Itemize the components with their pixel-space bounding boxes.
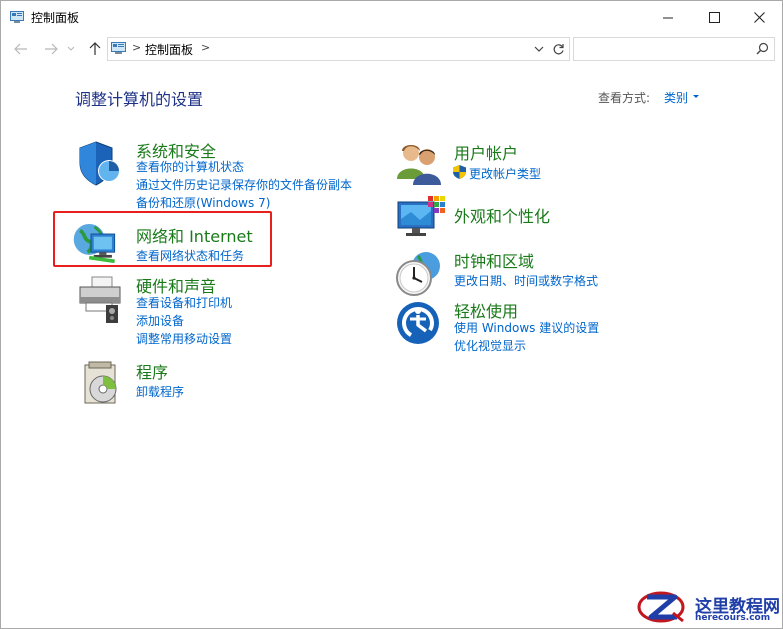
category-clock-region[interactable]: 时钟和区域 [454, 248, 534, 272]
uac-shield-icon [453, 165, 466, 179]
arrow-right-icon [45, 43, 58, 55]
page-heading: 调整计算机的设置 [75, 90, 204, 109]
monitor-palette-icon[interactable] [396, 194, 446, 244]
printer-speaker-icon[interactable] [76, 275, 126, 325]
users-icon[interactable] [394, 139, 444, 189]
refresh-button[interactable] [550, 41, 566, 57]
recent-locations-button[interactable] [65, 39, 77, 59]
category-network-internet[interactable]: 网络和 Internet [136, 223, 253, 247]
link-view-computer-status[interactable]: 查看你的计算机状态 [136, 158, 244, 175]
link-optimize-visual-display[interactable]: 优化视觉显示 [454, 337, 526, 354]
chevron-down-icon [534, 46, 544, 52]
link-change-date-time-format[interactable]: 更改日期、时间或数字格式 [454, 272, 598, 289]
view-by-dropdown[interactable]: 类别 [664, 89, 688, 106]
minimize-icon [662, 17, 673, 18]
breadcrumb-control-panel[interactable]: 控制面板 [145, 41, 193, 58]
programs-disc-icon[interactable] [79, 359, 129, 409]
link-uninstall-program[interactable]: 卸载程序 [136, 383, 184, 400]
back-button[interactable] [11, 39, 31, 59]
minimize-button[interactable] [645, 1, 691, 33]
chevron-down-icon [67, 46, 75, 51]
shield-pie-icon[interactable] [76, 139, 126, 189]
refresh-icon [553, 43, 564, 54]
network-globe-icon[interactable] [71, 219, 121, 269]
link-view-network-status[interactable]: 查看网络状态和任务 [136, 247, 244, 264]
maximize-button[interactable] [691, 1, 737, 33]
control-panel-window: 控制面板 > 控制面板 > 调整计算机的设置 查看方式: 类别 系统和安全 查看… [0, 0, 783, 629]
link-devices-printers[interactable]: 查看设备和打印机 [136, 294, 232, 311]
arrow-left-icon [14, 43, 27, 55]
category-user-accounts[interactable]: 用户帐户 [454, 140, 518, 164]
title-bar[interactable]: 控制面板 [1, 1, 782, 34]
search-box[interactable] [573, 37, 775, 61]
caret-down-icon[interactable] [693, 95, 699, 98]
address-bar[interactable]: > 控制面板 > [107, 37, 570, 61]
link-file-history-backup[interactable]: 通过文件历史记录保存你的文件备份副本 [136, 176, 352, 193]
control-panel-icon [111, 42, 126, 54]
control-panel-icon [10, 11, 24, 23]
arrow-up-icon [89, 42, 101, 55]
window-title: 控制面板 [31, 11, 80, 25]
watermark-url: herecours.com [695, 613, 771, 623]
category-programs[interactable]: 程序 [136, 359, 168, 383]
up-button[interactable] [85, 39, 105, 59]
link-mobility-settings[interactable]: 调整常用移动设置 [136, 330, 232, 347]
view-by-label: 查看方式: [598, 91, 651, 105]
breadcrumb-separator[interactable]: > [201, 41, 210, 54]
link-backup-restore[interactable]: 备份和还原(Windows 7) [136, 194, 270, 211]
search-icon [756, 42, 769, 55]
ease-of-access-icon[interactable] [396, 299, 446, 349]
link-windows-suggested-settings[interactable]: 使用 Windows 建议的设置 [454, 319, 599, 336]
link-add-device[interactable]: 添加设备 [136, 312, 184, 329]
forward-button[interactable] [41, 39, 61, 59]
category-appearance-personalization[interactable]: 外观和个性化 [454, 203, 550, 227]
maximize-icon [708, 11, 720, 23]
close-button[interactable] [736, 1, 782, 33]
address-history-button[interactable] [532, 42, 546, 56]
link-change-account-type[interactable]: 更改帐户类型 [469, 165, 541, 182]
watermark-logo-icon [637, 591, 685, 623]
breadcrumb-separator[interactable]: > [132, 41, 141, 54]
close-icon [753, 11, 765, 23]
clock-globe-icon[interactable] [394, 248, 444, 298]
navigation-bar: > 控制面板 > [1, 34, 782, 64]
